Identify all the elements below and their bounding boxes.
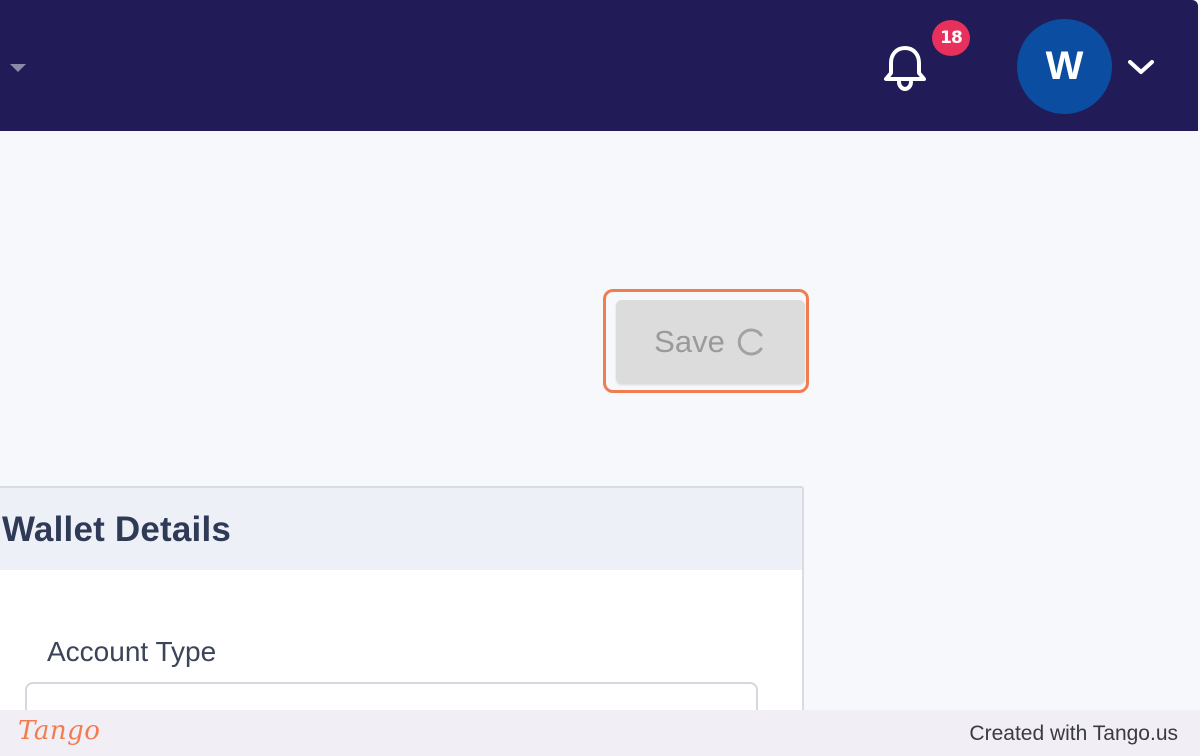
notification-badge[interactable]: 18: [932, 20, 970, 56]
account-type-label: Account Type: [47, 636, 217, 667]
wallet-details-card: Wallet Details Account Type: [0, 486, 804, 742]
card-title: Wallet Details: [2, 510, 232, 549]
screen: 18 W Save Wallet Details Account Type Ta…: [0, 0, 1200, 756]
save-button[interactable]: Save: [616, 300, 805, 384]
footer: Tango Created with Tango.us: [0, 710, 1200, 756]
top-navbar: 18 W: [0, 0, 1198, 131]
save-button-label: Save: [654, 324, 725, 359]
loading-spinner-icon: [737, 328, 763, 356]
created-with-credit: Created with Tango.us: [969, 722, 1178, 745]
caret-down-icon[interactable]: [10, 64, 26, 72]
bell-icon[interactable]: [880, 42, 930, 92]
tango-logo: Tango: [18, 716, 101, 746]
user-avatar[interactable]: W: [1017, 19, 1112, 114]
card-header: Wallet Details: [0, 488, 802, 570]
chevron-down-icon[interactable]: [1126, 56, 1156, 78]
